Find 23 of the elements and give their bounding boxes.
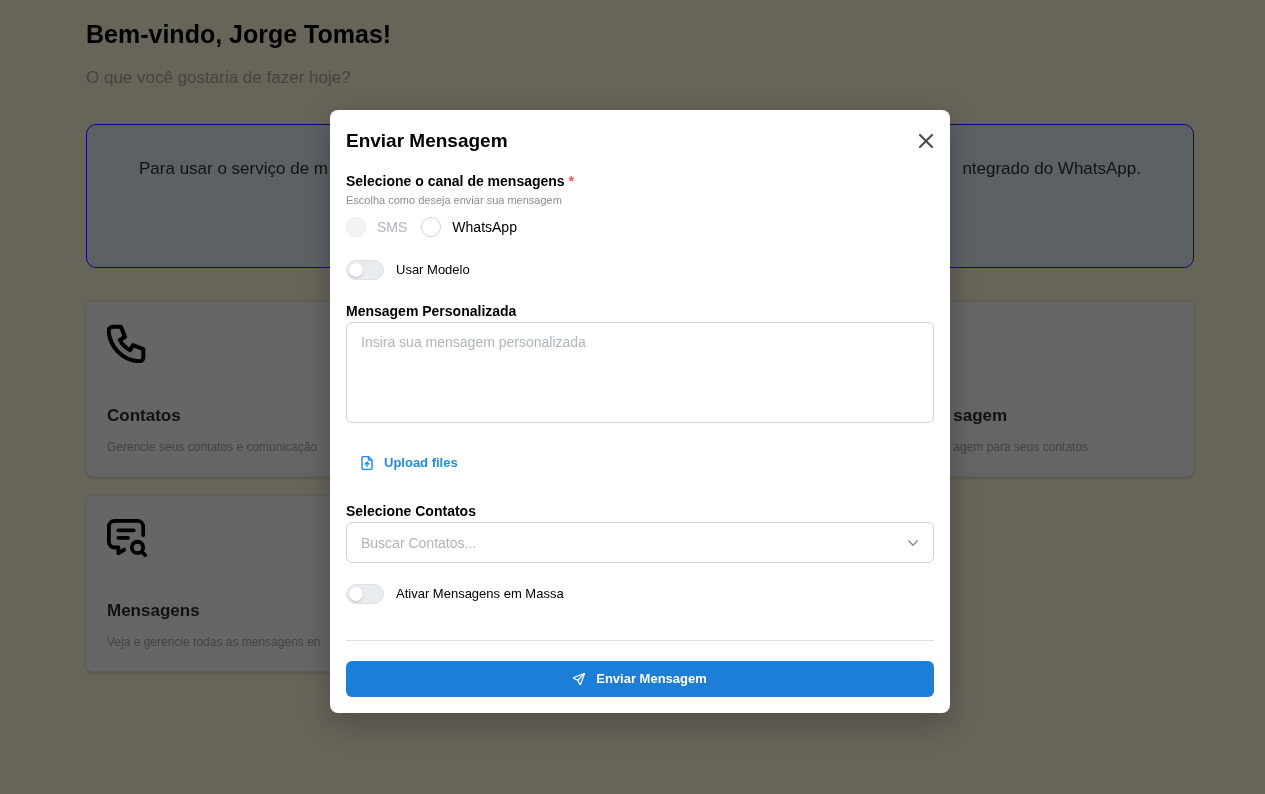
send-icon[interactable] bbox=[573, 673, 586, 685]
chevron-down-icon[interactable] bbox=[908, 540, 918, 546]
channel-label: Selecione o canal de mensagens * bbox=[346, 173, 575, 189]
radio-button[interactable] bbox=[421, 217, 442, 237]
notice-text: Para usar o serviço de m bbox=[139, 158, 328, 180]
channel-hint: Escolha como deseja enviar sua mensagem bbox=[346, 193, 563, 207]
notice-text: ntegrado do WhatsApp. bbox=[962, 158, 1141, 180]
send-message-button[interactable]: Enviar Mensagem bbox=[346, 661, 934, 697]
message-textarea[interactable]: Insira sua mensagem personalizada bbox=[346, 322, 934, 423]
radio-label[interactable]: WhatsApp bbox=[452, 218, 517, 236]
toggle-switch[interactable] bbox=[346, 584, 384, 604]
card-title: Contatos bbox=[107, 405, 181, 427]
contacts-search-field[interactable]: Buscar Contatos... bbox=[346, 522, 934, 563]
message-search-icon bbox=[107, 517, 147, 557]
toggle-switch[interactable] bbox=[346, 260, 384, 280]
close-icon[interactable] bbox=[919, 134, 933, 148]
phone-icon bbox=[107, 323, 147, 363]
card-title: Mensagens bbox=[107, 600, 200, 622]
welcome-heading: Bem-vindo, Jorge Tomas! bbox=[86, 19, 393, 50]
switch-label[interactable]: Usar Modelo bbox=[396, 262, 470, 278]
file-upload-icon[interactable] bbox=[361, 456, 373, 470]
modal-title: Enviar Mensagem bbox=[346, 129, 508, 153]
card-title: sagem bbox=[953, 405, 1008, 427]
